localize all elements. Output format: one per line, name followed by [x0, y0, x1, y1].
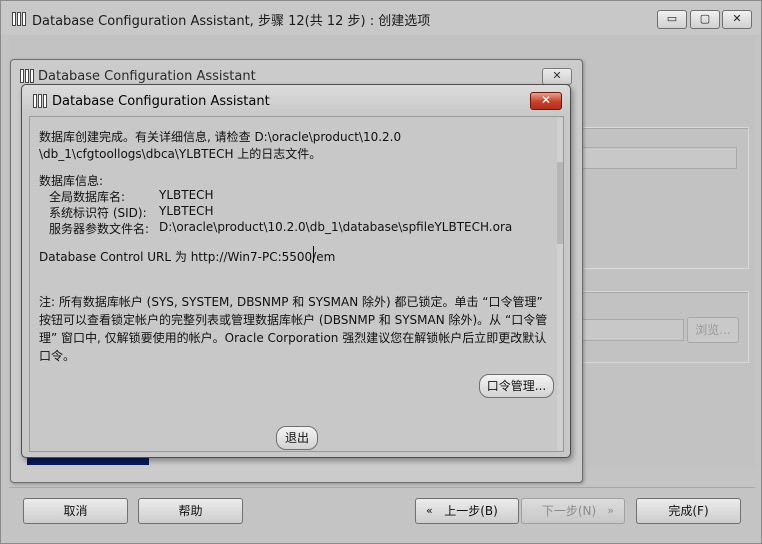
info-value: D:\oracle\product\10.2.0\db_1\database\s… [159, 220, 513, 234]
dbca-app-icon [32, 93, 48, 109]
finish-label: 完成(F) [668, 504, 709, 518]
info-value: YLBTECH [159, 204, 214, 218]
file-path-field[interactable] [581, 319, 684, 341]
completion-message-line-1: 数据库创建完成。有关详细信息, 请检查 D:\oracle\product\10… [39, 130, 402, 144]
progress-window-title: Database Configuration Assistant [38, 69, 256, 84]
footer-divider [9, 487, 755, 488]
info-key: 系统标识符 (SID): [49, 206, 147, 220]
dbca-app-icon [11, 11, 27, 27]
dialog-close-button[interactable]: ✕ [530, 92, 562, 110]
dialog-title-bar[interactable]: Database Configuration Assistant ✕ [22, 85, 570, 115]
chevron-right-icon: » [607, 504, 614, 517]
exit-button[interactable]: 退出 [276, 426, 318, 450]
database-info-heading: 数据库信息: [39, 174, 104, 188]
main-window-title: Database Configuration Assistant, 步骤 12(… [32, 14, 431, 29]
next-label: 下一步(N) [541, 504, 597, 518]
info-value: YLBTECH [159, 188, 214, 202]
account-lock-note: 注: 所有数据库帐户 (SYS, SYSTEM, DBSNMP 和 SYSMAN… [39, 295, 548, 363]
info-key: 全局数据库名: [49, 190, 126, 204]
main-title-bar[interactable]: Database Configuration Assistant, 步骤 12(… [1, 1, 761, 35]
db-control-url[interactable]: Database Control URL 为 http://Win7-PC:55… [39, 248, 335, 265]
help-button[interactable]: 帮助 [138, 498, 243, 524]
info-key: 服务器参数文件名: [49, 222, 150, 236]
completion-message-line-2: \db_1\cfgtoollogs\dbca\YLBTECH 上的日志文件。 [39, 147, 322, 161]
minimize-button[interactable]: ▭ [657, 10, 687, 29]
progress-close-button[interactable]: ✕ [542, 68, 572, 85]
dialog-scrollbar-thumb[interactable] [557, 162, 563, 244]
maximize-button[interactable]: ▢ [690, 10, 720, 29]
finish-button[interactable]: 完成(F) [636, 498, 741, 524]
browse-button[interactable]: 浏览... [687, 317, 739, 343]
back-button[interactable]: « 上一步(B) [415, 498, 519, 524]
cancel-label: 取消 [63, 504, 88, 518]
options-field[interactable] [581, 147, 737, 169]
password-management-button[interactable]: 口令管理... [479, 374, 554, 398]
close-button[interactable]: ✕ [722, 10, 752, 29]
back-label: 上一步(B) [444, 504, 498, 518]
help-label: 帮助 [178, 504, 203, 518]
dialog-title: Database Configuration Assistant [52, 94, 270, 109]
chevron-left-icon: « [426, 504, 433, 517]
dialog-message-area: 数据库创建完成。有关详细信息, 请检查 D:\oracle\product\10… [29, 116, 564, 452]
cancel-button[interactable]: 取消 [23, 498, 128, 524]
next-button[interactable]: 下一步(N) » [521, 498, 625, 524]
progress-bar [27, 458, 149, 465]
text-caret [313, 246, 314, 263]
dbca-app-icon [19, 68, 35, 84]
completion-dialog: Database Configuration Assistant ✕ 数据库创建… [21, 84, 571, 458]
